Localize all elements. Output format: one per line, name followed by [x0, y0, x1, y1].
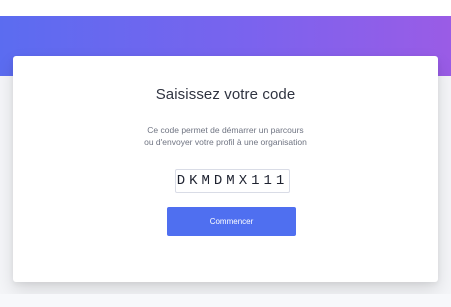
description-line-1: Ce code permet de démarrer un parcours — [147, 125, 304, 135]
card-title: Saisissez votre code — [155, 86, 296, 103]
code-input[interactable] — [175, 169, 290, 193]
card-description: Ce code permet de démarrer un parcours o… — [13, 124, 438, 148]
top-bar — [0, 0, 451, 16]
description-line-2: ou d'envoyer votre profil à une organisa… — [144, 137, 307, 147]
start-button[interactable]: Commencer — [167, 207, 296, 236]
page-footer-area — [0, 294, 451, 307]
code-entry-card: Saisissez votre code Ce code permet de d… — [13, 56, 438, 282]
page: Saisissez votre code Ce code permet de d… — [0, 0, 451, 307]
